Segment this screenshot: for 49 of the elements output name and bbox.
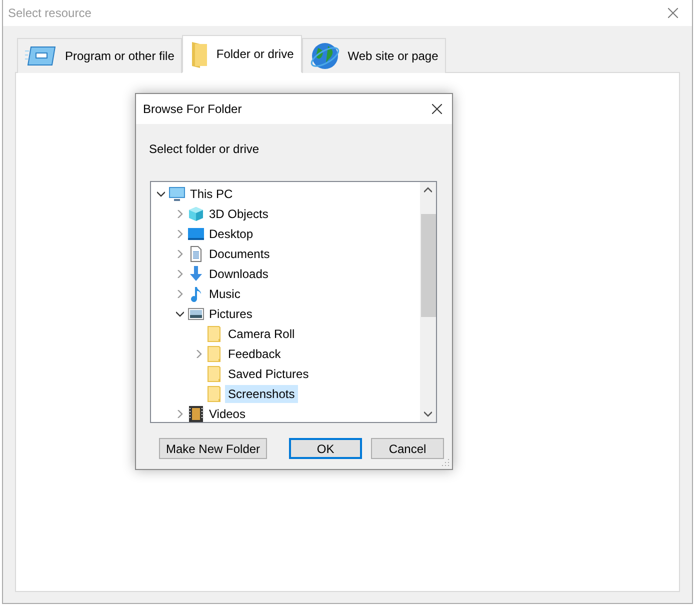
tree-item[interactable]: Saved Pictures	[225, 365, 312, 383]
window-title: Select resource	[8, 6, 92, 20]
tree-item[interactable]: Pictures	[206, 305, 256, 323]
globe-icon	[310, 41, 340, 71]
close-icon	[668, 8, 678, 18]
tab[interactable]: Folder or drive	[182, 35, 302, 73]
document-icon	[188, 246, 204, 262]
dialog-button[interactable]: Cancel	[371, 438, 444, 459]
tree-item[interactable]: Music	[206, 285, 244, 303]
window-icon	[25, 44, 57, 68]
folder-icon	[207, 366, 223, 382]
folder-icon	[190, 40, 208, 68]
desktop-icon	[188, 226, 204, 242]
tree-item[interactable]: Videos	[206, 405, 248, 422]
chevron-right-icon[interactable]	[176, 290, 184, 298]
cube-icon	[188, 206, 204, 222]
instruction-text: Select folder or drive	[149, 142, 260, 156]
dialog-button[interactable]: OK	[289, 438, 362, 459]
tree-item[interactable]: Screenshots	[225, 385, 298, 403]
tree-item[interactable]: Documents	[206, 245, 273, 263]
tree-item[interactable]: This PC	[187, 185, 236, 203]
chevron-right-icon[interactable]	[176, 210, 184, 218]
down-arrow-icon	[188, 266, 204, 282]
close-button[interactable]	[430, 102, 444, 116]
chevron-down-icon[interactable]	[157, 190, 165, 198]
tab[interactable]: Web site or page	[302, 38, 446, 73]
folder-icon	[207, 346, 223, 362]
scrollbar[interactable]	[420, 182, 436, 422]
dialog-button[interactable]: Make New Folder	[159, 438, 268, 459]
chevron-right-icon[interactable]	[176, 270, 184, 278]
folder-icon	[207, 326, 223, 342]
chevron-right-icon[interactable]	[195, 350, 203, 358]
tree-item[interactable]: 3D Objects	[206, 205, 272, 223]
picture-icon	[188, 306, 204, 322]
chevron-right-icon[interactable]	[176, 230, 184, 238]
tree-item[interactable]: Camera Roll	[225, 325, 298, 343]
resize-grip-icon[interactable]	[440, 457, 450, 467]
chevron-down-icon[interactable]	[176, 310, 184, 318]
dialog-title: Browse For Folder	[143, 102, 242, 116]
computer-icon	[169, 186, 185, 202]
tree-item[interactable]: Feedback	[225, 345, 284, 363]
chevron-right-icon[interactable]	[176, 250, 184, 258]
tab[interactable]: Program or other file	[17, 38, 182, 73]
chevron-right-icon[interactable]	[176, 410, 184, 418]
music-note-icon	[188, 286, 204, 302]
tree-item[interactable]: Downloads	[206, 265, 272, 283]
tree-item[interactable]: Desktop	[206, 225, 256, 243]
close-icon	[432, 104, 442, 114]
folder-icon	[207, 386, 223, 402]
